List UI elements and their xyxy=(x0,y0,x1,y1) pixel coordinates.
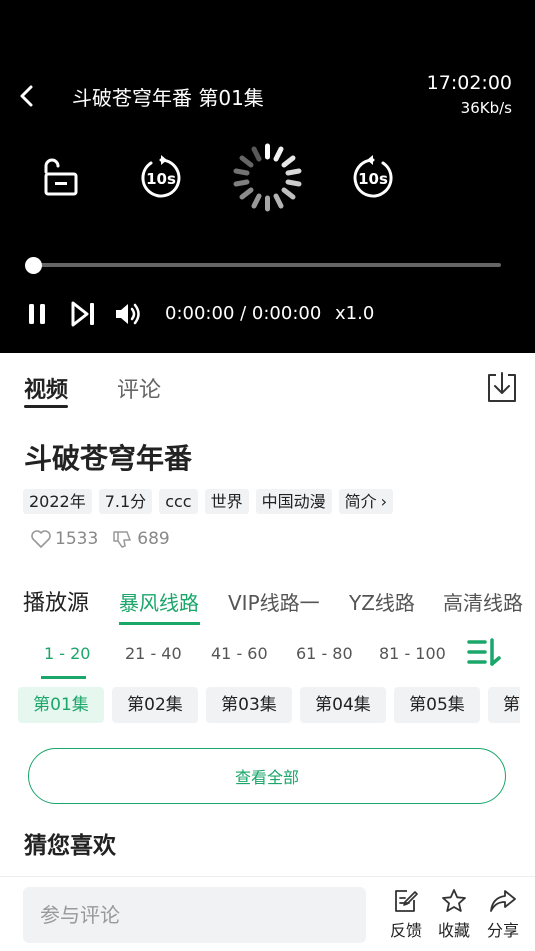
player-title: 斗破苍穹年番 第01集 xyxy=(72,86,264,110)
range-tab[interactable]: 1 - 20 xyxy=(44,644,90,663)
share-label: 分享 xyxy=(486,921,519,940)
tag-category: 中国动漫 xyxy=(255,489,332,514)
tag-score: 7.1分 xyxy=(98,489,153,514)
feedback-icon xyxy=(395,890,418,912)
playback-rate[interactable]: x1.0 xyxy=(335,303,374,324)
reaction-stats: 1533 689 xyxy=(30,529,184,549)
feedback-button[interactable]: 反馈 xyxy=(386,888,426,941)
chevron-right-icon: › xyxy=(380,492,388,511)
tag-list: 2022年 7.1分 ccc 世界 中国动漫 简介 › xyxy=(23,489,394,514)
sort-icon[interactable] xyxy=(466,637,502,669)
progress-track[interactable] xyxy=(33,263,501,267)
network-speed: 36Kb/s xyxy=(460,99,512,117)
playback-time: 0:00:00 / 0:00:00 xyxy=(165,303,322,324)
intro-button[interactable]: 简介 › xyxy=(338,489,394,514)
tab-active-indicator xyxy=(24,405,68,408)
like-button[interactable]: 1533 xyxy=(30,529,98,549)
range-tab[interactable]: 41 - 60 xyxy=(211,644,268,663)
feedback-label: 反馈 xyxy=(389,921,422,940)
bottom-bar: 参与评论 反馈 收藏 分享 xyxy=(0,876,535,951)
view-all-button[interactable]: 查看全部 xyxy=(28,748,506,804)
forward-label: 10s xyxy=(358,170,388,188)
range-tab[interactable]: 61 - 80 xyxy=(296,644,353,663)
rewind-10s-icon[interactable]: 10s xyxy=(137,154,185,202)
forward-10s-icon[interactable]: 10s xyxy=(349,154,397,202)
star-icon xyxy=(442,889,466,912)
range-tab[interactable]: 21 - 40 xyxy=(125,644,182,663)
system-time: 17:02:00 xyxy=(426,72,512,94)
source-tab[interactable]: VIP线路一 xyxy=(228,587,320,616)
episode-button[interactable]: 第01集 xyxy=(18,687,104,723)
tab-comment[interactable]: 评论 xyxy=(117,372,161,404)
dislike-button[interactable]: 689 xyxy=(112,529,170,549)
back-arrow-icon[interactable] xyxy=(14,82,42,110)
comment-input[interactable]: 参与评论 xyxy=(23,887,366,943)
rewind-label: 10s xyxy=(146,170,176,188)
range-tab[interactable]: 81 - 100 xyxy=(379,644,446,663)
pause-icon[interactable] xyxy=(22,299,52,329)
episode-button[interactable]: 第03集 xyxy=(206,687,292,723)
range-active-indicator xyxy=(41,676,86,679)
volume-icon[interactable] xyxy=(113,299,143,329)
source-tab[interactable]: YZ线路 xyxy=(349,587,415,616)
favorite-button[interactable]: 收藏 xyxy=(434,888,474,941)
video-title: 斗破苍穹年番 xyxy=(24,442,193,475)
episode-button[interactable]: 第05集 xyxy=(394,687,480,723)
thumbs-down-icon xyxy=(113,531,132,548)
heart-icon xyxy=(31,530,51,548)
dislike-count: 689 xyxy=(137,529,170,549)
tab-video[interactable]: 视频 xyxy=(24,372,68,404)
download-icon[interactable] xyxy=(484,369,520,405)
intro-label: 简介 xyxy=(344,492,377,511)
source-tab[interactable]: 高清线路 xyxy=(443,587,535,616)
unlock-icon[interactable] xyxy=(36,154,84,202)
source-active-indicator xyxy=(119,622,200,625)
source-label: 播放源 xyxy=(23,591,90,616)
recommend-title: 猜您喜欢 xyxy=(24,833,116,859)
favorite-label: 收藏 xyxy=(437,921,470,940)
episode-list: 第01集 第02集 第03集 第04集 第05集 第06集 xyxy=(18,687,520,723)
episode-button[interactable]: 第02集 xyxy=(112,687,198,723)
episode-button[interactable]: 第04集 xyxy=(300,687,386,723)
source-tab[interactable]: 暴风线路 xyxy=(119,587,199,616)
loading-spinner-icon xyxy=(233,143,302,212)
share-icon xyxy=(490,890,516,912)
video-player[interactable]: 斗破苍穹年番 第01集 17:02:00 36Kb/s 10s 10s 0:00… xyxy=(0,0,535,353)
share-button[interactable]: 分享 xyxy=(483,888,523,941)
tag-item: ccc xyxy=(159,489,198,514)
like-count: 1533 xyxy=(55,529,99,549)
episode-button[interactable]: 第06集 xyxy=(488,687,520,723)
tag-year: 2022年 xyxy=(23,489,92,514)
progress-knob[interactable] xyxy=(25,257,42,274)
next-episode-icon[interactable] xyxy=(68,299,98,329)
tag-item: 世界 xyxy=(204,489,249,514)
